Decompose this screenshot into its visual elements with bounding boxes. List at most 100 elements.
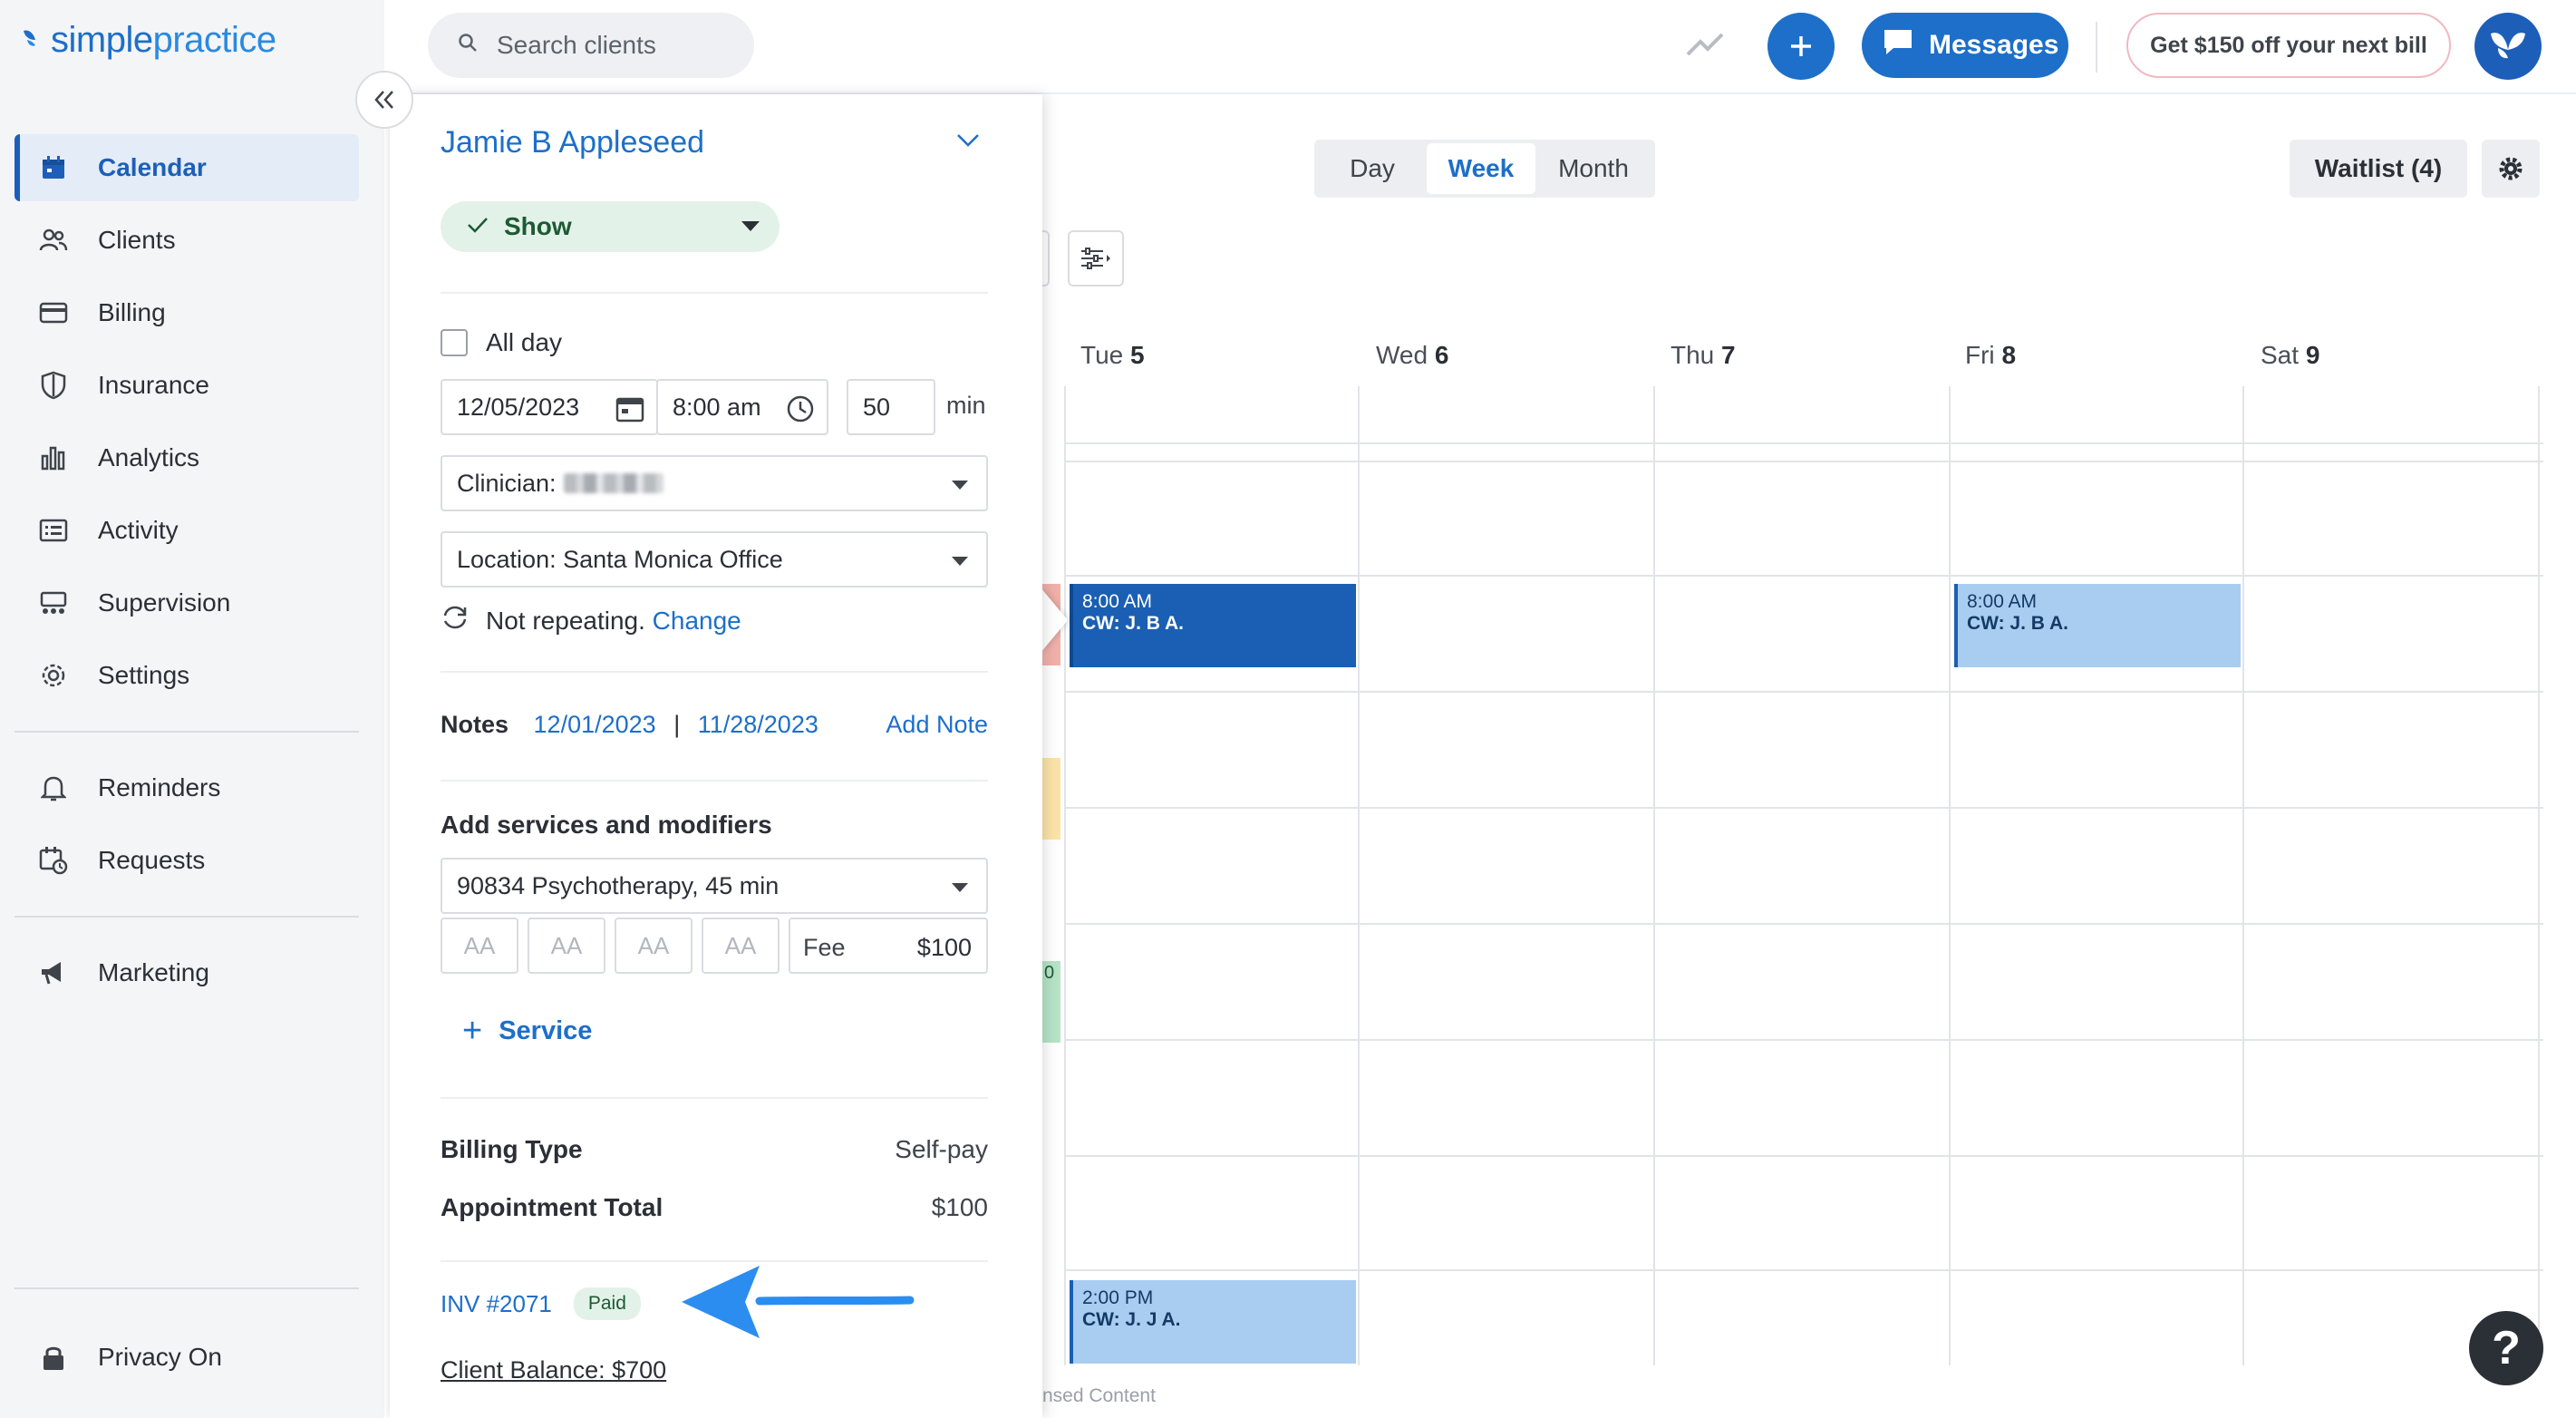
day-header-tue[interactable]: Tue 5 — [1080, 341, 1145, 370]
sidebar-item-supervision[interactable]: Supervision — [15, 569, 359, 636]
sidebar-item-requests[interactable]: Requests — [15, 827, 359, 894]
lock-icon — [36, 1340, 71, 1374]
modifier-input[interactable]: AA — [615, 918, 692, 974]
sidebar-item-analytics[interactable]: Analytics — [15, 424, 359, 491]
invoice-link[interactable]: INV #2071 — [441, 1290, 552, 1318]
clinician-select[interactable]: Clinician: — [441, 455, 988, 511]
date-input[interactable]: 12/05/2023 — [441, 379, 658, 435]
add-note-link[interactable]: Add Note — [886, 711, 988, 739]
sidebar-item-clients[interactable]: Clients — [15, 207, 359, 274]
sidebar-item-activity[interactable]: Activity — [15, 497, 359, 564]
butterfly-avatar-icon — [2491, 33, 2525, 59]
sidebar-item-billing[interactable]: Billing — [15, 279, 359, 346]
chevron-down-icon[interactable] — [955, 131, 981, 153]
appointment-total-value: $100 — [931, 1193, 988, 1221]
messages-button[interactable]: Messages — [1862, 13, 2068, 78]
sidebar-item-label: Activity — [98, 516, 179, 544]
gear-icon — [36, 658, 71, 693]
billing-type-label: Billing Type — [441, 1135, 583, 1163]
logo[interactable]: simplepractice — [20, 20, 276, 61]
calendar-settings-button[interactable] — [2482, 140, 2540, 198]
section-divider — [441, 1097, 988, 1099]
clock-icon[interactable] — [785, 393, 816, 431]
appointment-total-row: Appointment Total $100 — [441, 1193, 988, 1222]
location-select[interactable]: Location: Santa Monica Office — [441, 531, 988, 588]
status-dropdown[interactable]: Show — [441, 201, 780, 252]
change-repeat-link[interactable]: Change — [653, 607, 741, 636]
grid-row-line — [1064, 691, 2543, 693]
day-header-wed[interactable]: Wed 6 — [1376, 341, 1448, 370]
client-name-link[interactable]: Jamie B Appleseed — [441, 125, 704, 160]
promo-button[interactable]: Get $150 off your next bill — [2126, 13, 2451, 78]
repeat-row: Not repeating. Change — [441, 604, 741, 637]
modifier-input[interactable]: AA — [441, 918, 518, 974]
duration-input[interactable]: 50 — [847, 379, 935, 435]
modifier-input[interactable]: AA — [702, 918, 780, 974]
calendar-icon[interactable] — [615, 393, 645, 431]
notes-label: Notes — [441, 711, 509, 738]
sidebar-item-settings[interactable]: Settings — [15, 642, 359, 709]
logo-text: simplepractice — [51, 20, 276, 60]
billing-type-value: Self-pay — [895, 1135, 988, 1163]
plus-icon — [1791, 36, 1811, 56]
sliders-icon — [1081, 248, 1110, 269]
grid-row-line — [1064, 575, 2543, 577]
add-service-button[interactable]: + Service — [462, 1012, 592, 1051]
grid-column-line — [1653, 386, 1655, 1365]
service-select[interactable]: 90834 Psychotherapy, 45 min — [441, 858, 988, 914]
clinician-label: Clinician: — [457, 469, 557, 497]
note-link[interactable]: 12/01/2023 — [534, 711, 656, 738]
check-icon — [466, 212, 489, 241]
day-header-thu[interactable]: Thu 7 — [1671, 341, 1736, 370]
double-chevron-left-icon — [374, 91, 393, 109]
event-client: CW: J. B A. — [1967, 613, 2069, 634]
modifier-input[interactable]: AA — [528, 918, 605, 974]
all-day-option[interactable]: All day — [441, 328, 562, 357]
supervision-icon — [36, 586, 71, 620]
view-day-tab[interactable]: Day — [1318, 143, 1427, 194]
grid-row-line — [1064, 1269, 2543, 1271]
client-balance-link[interactable]: Client Balance: $700 — [441, 1356, 666, 1384]
sidebar-item-reminders[interactable]: Reminders — [15, 754, 359, 821]
appointment-panel: Jamie B Appleseed Show All day 12/05/202… — [390, 94, 1042, 1418]
view-month-tab[interactable]: Month — [1535, 143, 1651, 194]
help-button[interactable]: ? — [2469, 1311, 2543, 1385]
waitlist-button[interactable]: Waitlist (4) — [2290, 140, 2467, 198]
event-strip[interactable]: 0 — [1042, 961, 1060, 1043]
billing-type-row: Billing Type Self-pay — [441, 1135, 988, 1164]
view-week-tab[interactable]: Week — [1427, 143, 1535, 194]
services-title: Add services and modifiers — [441, 811, 772, 839]
event-client: CW: J. J A. — [1082, 1309, 1181, 1330]
sidebar-item-insurance[interactable]: Insurance — [15, 352, 359, 419]
sidebar-item-calendar[interactable]: Calendar — [15, 134, 359, 201]
time-input[interactable]: 8:00 am — [656, 379, 828, 435]
topbar-divider — [2096, 22, 2097, 73]
day-header-fri[interactable]: Fri 8 — [1965, 341, 2016, 370]
trend-icon[interactable] — [1686, 25, 1726, 66]
all-day-checkbox[interactable] — [441, 329, 468, 356]
appointment-event[interactable]: 8:00 AM CW: J. B A. — [1954, 584, 2241, 667]
sidebar-item-label: Clients — [98, 226, 176, 254]
clinician-name-redacted — [563, 473, 663, 493]
note-link[interactable]: 11/28/2023 — [698, 711, 818, 738]
appointment-event[interactable]: 2:00 PM CW: J. J A. — [1070, 1280, 1356, 1364]
appointment-event[interactable]: 8:00 AM CW: J. B A. — [1070, 584, 1356, 667]
sidebar-item-marketing[interactable]: Marketing — [15, 939, 359, 1006]
location-value: Location: Santa Monica Office — [457, 545, 783, 573]
search-input[interactable]: Search clients — [428, 13, 754, 78]
avatar[interactable] — [2474, 13, 2542, 80]
day-header-sat[interactable]: Sat 9 — [2261, 341, 2319, 370]
fee-input[interactable]: Fee $100 — [789, 918, 988, 974]
grid-row-line — [1064, 442, 2543, 444]
add-button[interactable] — [1767, 13, 1835, 80]
collapse-sidebar-button[interactable] — [355, 71, 413, 129]
repeat-icon — [441, 604, 470, 637]
privacy-toggle[interactable]: Privacy On — [15, 1324, 359, 1391]
gear-icon — [2499, 157, 2523, 180]
shield-icon — [36, 368, 71, 403]
note-separator: | — [673, 711, 681, 738]
view-toggle: Day Week Month — [1314, 140, 1655, 198]
duration-unit: min — [946, 392, 986, 419]
filter-button[interactable] — [1068, 230, 1124, 287]
event-strip[interactable] — [1042, 758, 1060, 840]
